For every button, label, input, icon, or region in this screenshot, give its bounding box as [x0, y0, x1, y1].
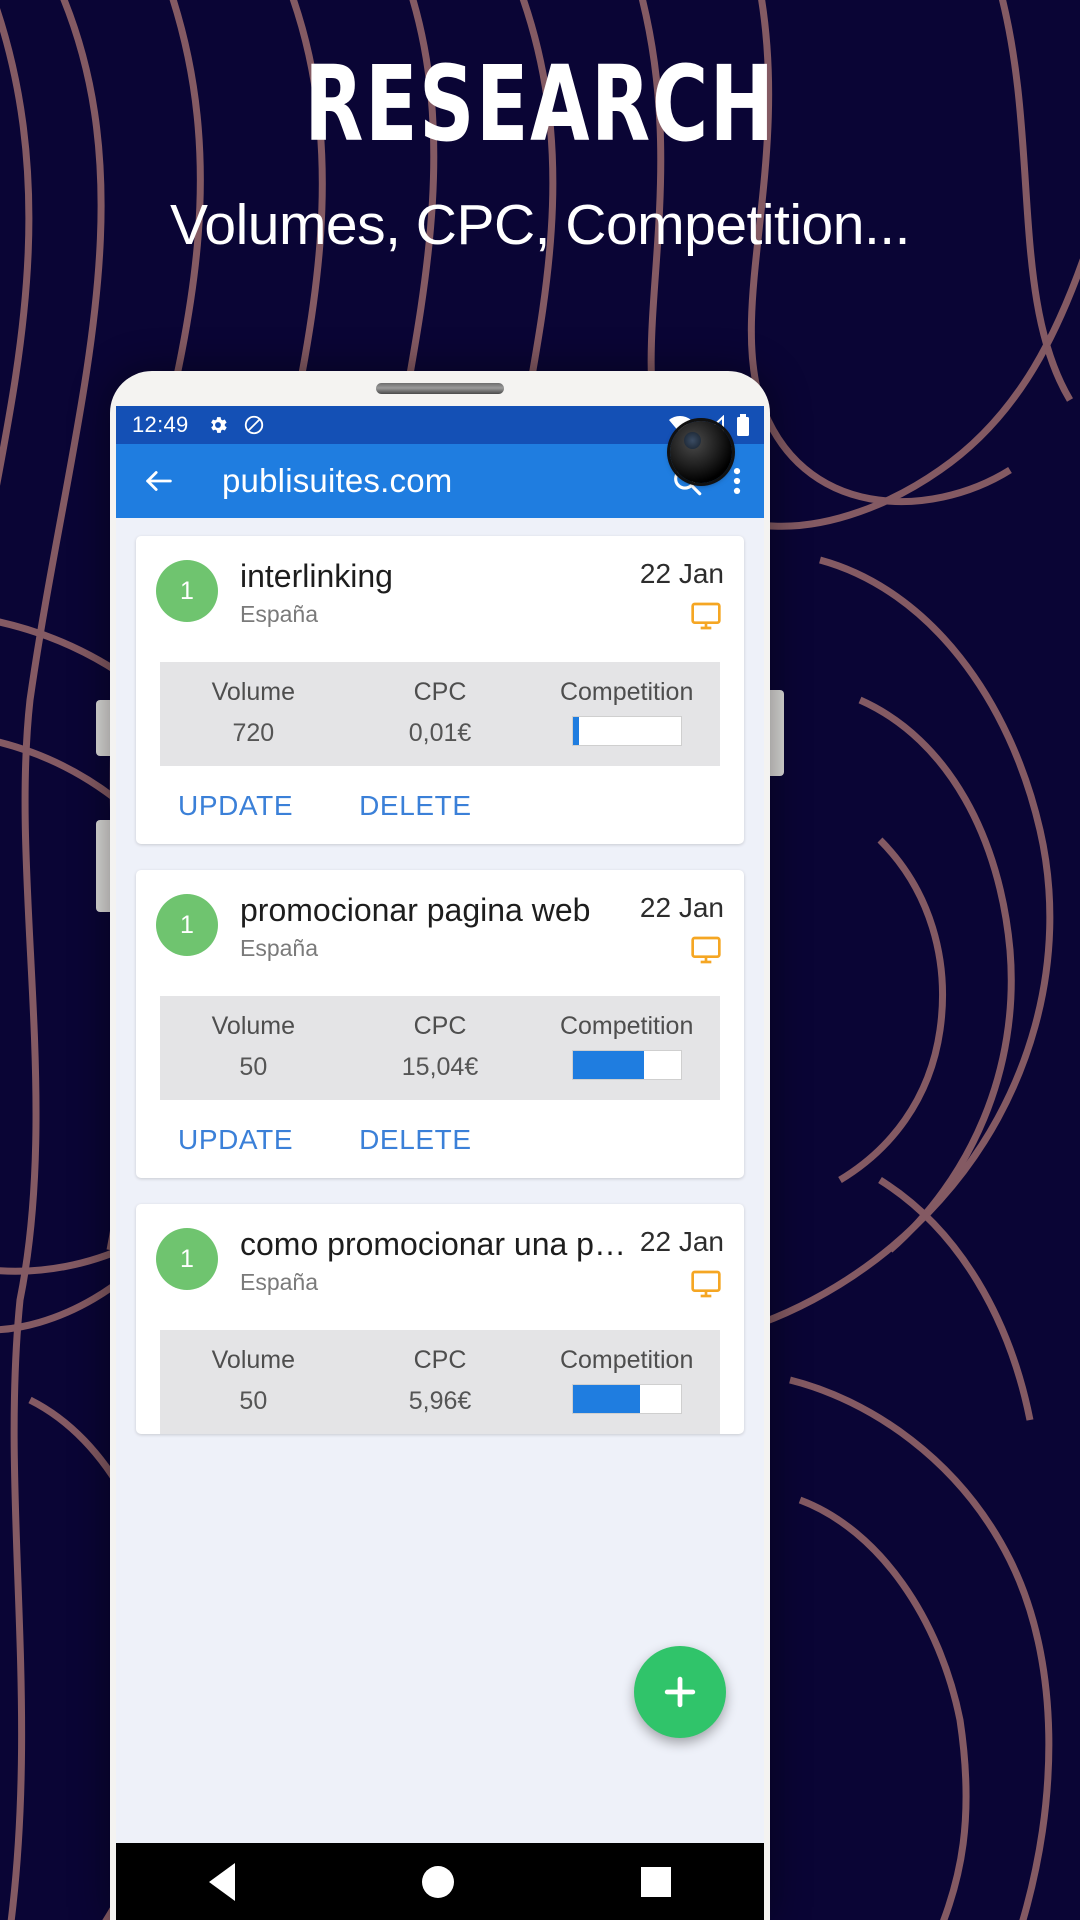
update-button[interactable]: UPDATE — [178, 790, 293, 822]
battery-icon — [737, 414, 749, 436]
competition-meter-fill — [572, 717, 580, 745]
keyword-date: 22 Jan — [639, 892, 724, 923]
nav-recents-icon[interactable] — [640, 1866, 671, 1897]
phone-volume-button — [96, 700, 110, 756]
promo-title: RESEARCH — [304, 43, 776, 165]
stat-competition: Competition — [533, 678, 720, 748]
update-button[interactable]: UPDATE — [178, 1124, 293, 1156]
nav-home-icon[interactable] — [421, 1865, 454, 1898]
keyword-country: España — [240, 934, 319, 961]
stat-label-competition: Competition — [559, 1012, 694, 1040]
keyword-card-header: 1 promocionar pagina web España 22 Jan — [136, 870, 744, 974]
delete-button[interactable]: DELETE — [359, 1124, 472, 1156]
phone-side-button-right — [770, 690, 784, 776]
stat-cpc: CPC 5,96€ — [347, 1346, 534, 1416]
stat-label-volume: Volume — [211, 678, 296, 706]
rank-badge: 1 — [156, 1228, 218, 1290]
stat-label-competition: Competition — [559, 1346, 694, 1374]
stat-label-volume: Volume — [211, 1012, 296, 1040]
keyword-card-actions: UPDATE DELETE — [136, 1100, 744, 1178]
stat-cpc: CPC 15,04€ — [347, 1012, 534, 1082]
rank-badge: 1 — [156, 894, 218, 956]
stat-competition: Competition — [533, 1346, 720, 1416]
competition-meter-fill — [572, 1051, 644, 1079]
stat-value-cpc: 15,04€ — [401, 1053, 479, 1081]
phone-screen: 12:49 publisuites.com 1 interlinking Esp… — [116, 406, 764, 1843]
stat-value-volume: 50 — [239, 1053, 268, 1081]
more-vertical-icon[interactable] — [732, 464, 742, 498]
keyword-country: España — [240, 600, 319, 627]
app-bar: publisuites.com — [116, 444, 764, 518]
keyword-country: España — [240, 1268, 319, 1295]
keyword-card-actions: UPDATE DELETE — [136, 766, 744, 844]
status-bar-clock: 12:49 — [132, 412, 189, 437]
delete-button[interactable]: DELETE — [359, 790, 472, 822]
stat-label-volume: Volume — [211, 1346, 296, 1374]
stat-value-cpc: 0,01€ — [408, 719, 472, 747]
add-keyword-fab[interactable] — [634, 1646, 726, 1738]
desktop-monitor-icon — [691, 1270, 721, 1298]
keyword-date: 22 Jan — [639, 1226, 724, 1257]
keyword-list: 1 interlinking España 22 Jan Volume 720 … — [116, 518, 764, 1434]
stat-volume: Volume 720 — [160, 678, 347, 748]
phone-mockup: 12:49 publisuites.com 1 interlinking Esp… — [110, 371, 770, 1920]
competition-meter — [571, 1050, 682, 1080]
app-bar-title: publisuites.com — [222, 462, 453, 499]
keyword-date: 22 Jan — [639, 558, 724, 589]
keyword-card-header: 1 como promocionar una pagi... España 22… — [136, 1204, 744, 1308]
settings-gear-icon — [210, 417, 227, 433]
plus-icon — [664, 1676, 696, 1708]
keyword-stats: Volume 50 CPC 15,04€ Competition — [160, 996, 720, 1100]
android-navigation-bar — [116, 1843, 764, 1920]
stat-label-cpc: CPC — [413, 1346, 467, 1374]
stat-label-cpc: CPC — [413, 1012, 467, 1040]
phone-power-button — [96, 820, 110, 912]
stat-label-competition: Competition — [559, 678, 694, 706]
competition-meter — [571, 1384, 682, 1414]
desktop-monitor-icon — [691, 602, 721, 630]
stat-competition: Competition — [533, 1012, 720, 1082]
stat-volume: Volume 50 — [160, 1346, 347, 1416]
competition-meter — [571, 716, 682, 746]
desktop-monitor-icon — [691, 936, 721, 964]
keyword-card[interactable]: 1 interlinking España 22 Jan Volume 720 … — [136, 536, 744, 844]
keyword-card-header: 1 interlinking España 22 Jan — [136, 536, 744, 640]
stat-value-volume: 720 — [232, 719, 275, 747]
competition-meter-fill — [572, 1385, 640, 1413]
keyword-stats: Volume 720 CPC 0,01€ Competition — [160, 662, 720, 766]
camera-punch-hole — [670, 421, 732, 483]
phone-earpiece — [376, 383, 504, 394]
nav-back-icon[interactable] — [209, 1862, 236, 1901]
keyword-card[interactable]: 1 promocionar pagina web España 22 Jan V… — [136, 870, 744, 1178]
keyword-title: interlinking — [240, 558, 393, 594]
keyword-card[interactable]: 1 como promocionar una pagi... España 22… — [136, 1204, 744, 1434]
do-not-disturb-icon — [244, 415, 263, 435]
arrow-left-icon[interactable] — [142, 464, 176, 498]
stat-value-volume: 50 — [239, 1387, 268, 1415]
stat-volume: Volume 50 — [160, 1012, 347, 1082]
stat-value-cpc: 5,96€ — [408, 1387, 472, 1415]
stat-label-cpc: CPC — [413, 678, 467, 706]
status-bar: 12:49 — [116, 406, 764, 444]
keyword-title: como promocionar una pagi... — [240, 1226, 630, 1262]
promo-header: RESEARCH Volumes, CPC, Competition... — [0, 0, 1080, 258]
keyword-title: promocionar pagina web — [240, 892, 591, 928]
promo-subtitle: Volumes, CPC, Competition... — [170, 193, 910, 257]
rank-badge: 1 — [156, 560, 218, 622]
stat-cpc: CPC 0,01€ — [347, 678, 534, 748]
keyword-stats: Volume 50 CPC 5,96€ Competition — [160, 1330, 720, 1434]
